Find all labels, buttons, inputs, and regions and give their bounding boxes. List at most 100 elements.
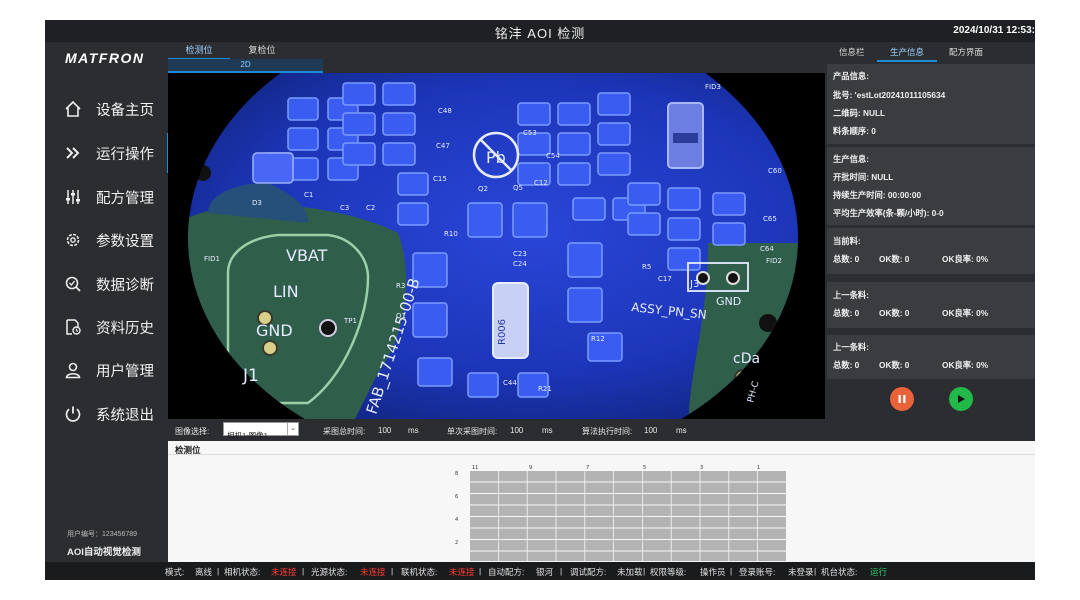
grid-cell[interactable]: [729, 528, 758, 540]
grid-cell[interactable]: [729, 494, 758, 505]
grid-cell[interactable]: [585, 528, 614, 540]
grid-cell[interactable]: [729, 540, 758, 551]
grid-cell[interactable]: [498, 551, 527, 562]
grid-cell[interactable]: [614, 551, 642, 562]
nav-item-device-home[interactable]: 设备主页: [45, 89, 167, 129]
grid-cell[interactable]: [758, 471, 786, 482]
grid-cell[interactable]: [556, 505, 585, 517]
nav-item-data-diagnosis[interactable]: 数据诊断: [45, 264, 167, 304]
grid-cell[interactable]: [642, 482, 671, 494]
grid-cell[interactable]: [642, 517, 671, 528]
grid-cell[interactable]: [729, 471, 758, 482]
grid-cell[interactable]: [671, 517, 700, 528]
grid-cell[interactable]: [671, 482, 700, 494]
inspection-image-viewer[interactable]: VBAT LIN GND J1 FAB_1714215-00-B ASSY_PN…: [168, 73, 825, 419]
nav-item-parameter-settings[interactable]: 参数设置: [45, 220, 167, 260]
grid-cell[interactable]: [470, 551, 498, 562]
grid-cell[interactable]: [527, 471, 556, 482]
tab-info-bar[interactable]: 信息栏: [839, 46, 865, 58]
grid-cell[interactable]: [585, 482, 614, 494]
grid-cell[interactable]: [527, 494, 556, 505]
grid-cell[interactable]: [700, 494, 729, 505]
grid-cell[interactable]: [498, 494, 527, 505]
grid-cell[interactable]: [470, 528, 498, 540]
grid-cell[interactable]: [556, 482, 585, 494]
grid-cell[interactable]: [614, 540, 642, 551]
grid-cell[interactable]: [642, 551, 671, 562]
grid-cell[interactable]: [758, 540, 786, 551]
grid-cell[interactable]: [614, 471, 642, 482]
grid-cell[interactable]: [498, 517, 527, 528]
grid-cell[interactable]: [671, 471, 700, 482]
grid-cell[interactable]: [614, 528, 642, 540]
grid-cell[interactable]: [700, 551, 729, 562]
grid-cell[interactable]: [556, 551, 585, 562]
grid-cell[interactable]: [527, 540, 556, 551]
pause-button[interactable]: [890, 387, 914, 411]
grid-cell[interactable]: [470, 517, 498, 528]
grid-cell[interactable]: [556, 471, 585, 482]
grid-cell[interactable]: [470, 494, 498, 505]
grid-cell[interactable]: [556, 494, 585, 505]
detection-grid[interactable]: 11 9 7 5 3 1 8 6 4 2: [448, 463, 788, 561]
grid-cell[interactable]: [470, 505, 498, 517]
grid-cell[interactable]: [671, 505, 700, 517]
grid-cell[interactable]: [498, 505, 527, 517]
grid-cell[interactable]: [642, 471, 671, 482]
grid-cell[interactable]: [585, 540, 614, 551]
grid-cell[interactable]: [614, 482, 642, 494]
grid-cell[interactable]: [614, 505, 642, 517]
grid-cell[interactable]: [758, 494, 786, 505]
grid-cell[interactable]: [671, 540, 700, 551]
grid-cell[interactable]: [527, 551, 556, 562]
nav-item-run-operation[interactable]: 运行操作: [45, 133, 169, 173]
grid-cell[interactable]: [498, 482, 527, 494]
grid-cell[interactable]: [614, 517, 642, 528]
grid-cell[interactable]: [729, 505, 758, 517]
grid-cell[interactable]: [470, 471, 498, 482]
grid-cell[interactable]: [642, 540, 671, 551]
grid-cell[interactable]: [585, 494, 614, 505]
nav-item-data-history[interactable]: 资料历史: [45, 307, 167, 347]
grid-cell[interactable]: [585, 505, 614, 517]
grid-cell[interactable]: [758, 517, 786, 528]
grid-cell[interactable]: [700, 517, 729, 528]
nav-item-user-management[interactable]: 用户管理: [45, 350, 167, 390]
grid-cell[interactable]: [470, 540, 498, 551]
grid-cell[interactable]: [527, 505, 556, 517]
tab-inspection-station[interactable]: 检测位: [168, 42, 230, 60]
grid-cell[interactable]: [498, 471, 527, 482]
grid-cell[interactable]: [498, 528, 527, 540]
grid-cell[interactable]: [527, 528, 556, 540]
start-button[interactable]: [949, 387, 973, 411]
grid-cell[interactable]: [527, 482, 556, 494]
grid-cell[interactable]: [470, 482, 498, 494]
grid-cell[interactable]: [527, 517, 556, 528]
nav-item-system-exit[interactable]: 系统退出: [45, 394, 167, 434]
nav-item-recipe-management[interactable]: 配方管理: [45, 177, 167, 217]
grid-cell[interactable]: [729, 482, 758, 494]
grid-cell[interactable]: [700, 540, 729, 551]
grid-cell[interactable]: [556, 517, 585, 528]
tab-recipe-screen[interactable]: 配方界面: [949, 46, 983, 58]
tab-2d[interactable]: 2D: [168, 59, 323, 73]
grid-cell[interactable]: [729, 517, 758, 528]
grid-cell[interactable]: [642, 505, 671, 517]
tab-production-info[interactable]: 生产信息: [890, 46, 924, 58]
grid-cell[interactable]: [671, 494, 700, 505]
grid-cell[interactable]: [671, 528, 700, 540]
grid-cell[interactable]: [700, 471, 729, 482]
grid-cell[interactable]: [758, 528, 786, 540]
grid-cell[interactable]: [614, 494, 642, 505]
grid-cell[interactable]: [758, 551, 786, 562]
grid-cell[interactable]: [642, 528, 671, 540]
grid-cell[interactable]: [556, 540, 585, 551]
grid-cell[interactable]: [758, 482, 786, 494]
image-select-dropdown[interactable]: 相机1-图像1 ⌄: [223, 422, 299, 440]
grid-cell[interactable]: [700, 528, 729, 540]
grid-cell[interactable]: [700, 482, 729, 494]
grid-cell[interactable]: [729, 551, 758, 562]
grid-cell[interactable]: [642, 494, 671, 505]
grid-cell[interactable]: [556, 528, 585, 540]
tab-recheck-station[interactable]: 复检位: [231, 42, 293, 58]
